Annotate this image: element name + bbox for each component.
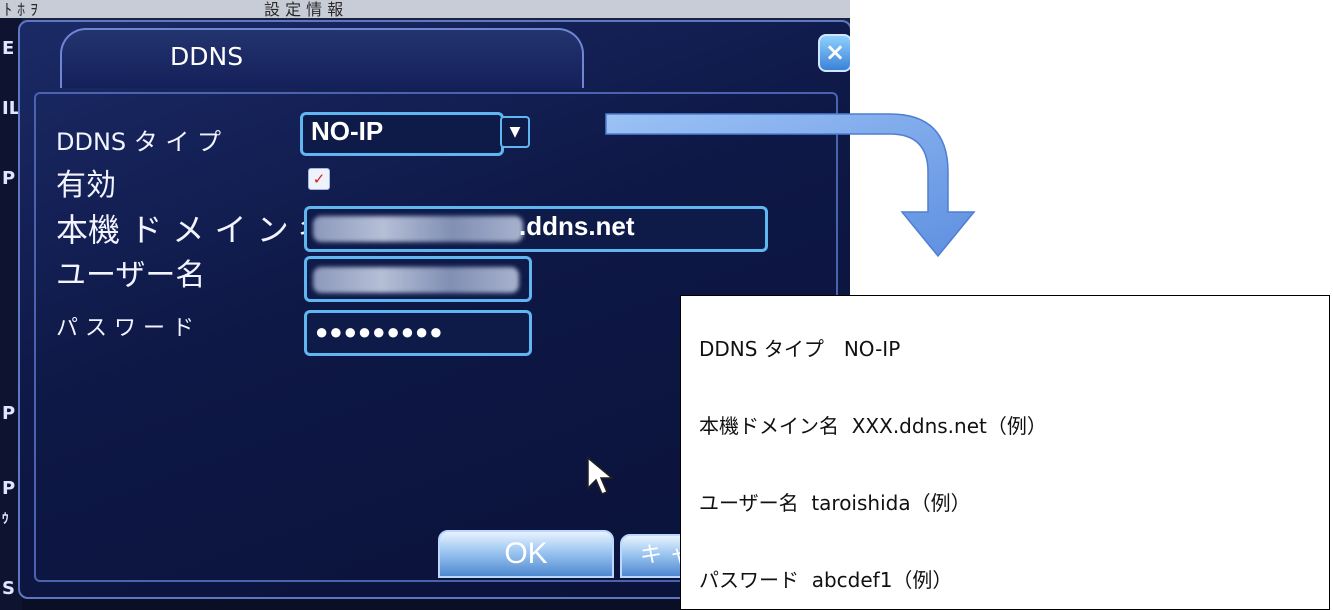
dialog-title: DDNS [170,42,244,71]
left-letter: E [2,38,15,59]
info-line-ddns-type: DDNS タイプ NO-IP [699,337,901,361]
password-label: パ ス ワ ー ド [56,316,194,341]
blurred-text [313,216,523,242]
ok-button[interactable]: OK [438,530,614,578]
password-input[interactable]: ●●●●●●●●● [304,310,532,356]
top-fragment-2: 設 定 情 報 [264,0,344,19]
ddns-type-value: NO-IP [311,116,384,146]
enabled-checkbox[interactable]: ✓ [308,168,330,190]
left-letter: P [2,478,16,499]
user-input[interactable] [304,256,532,302]
check-icon: ✓ [312,170,326,188]
info-line-password: パスワード abcdef1（例） [699,568,953,592]
left-letter: P [2,168,16,189]
left-letter: P [2,403,16,424]
chevron-down-icon[interactable]: ▼ [500,116,530,148]
password-value: ●●●●●●●●● [315,319,444,344]
top-fragment-1: ﾄ ﾎ ｦ [4,0,39,19]
dialog-title-tab: DDNS [60,28,584,88]
domain-label: 本機 ド メ イ ン 名 [56,211,331,249]
ddns-type-label: DDNS タ イ プ [56,128,222,156]
blurred-text [313,267,519,293]
info-box: DDNS タイプ NO-IP 本機ドメイン名 XXX.ddns.net（例） ユ… [680,295,1330,610]
top-strip: ﾄ ﾎ ｦ 設 定 情 報 [0,0,850,19]
close-button[interactable]: × [818,34,850,72]
enabled-label: 有効 [56,168,116,203]
user-label: ユーザー名 [56,258,206,293]
left-letter: S [2,578,15,599]
left-letter: ｳ [2,512,9,527]
info-line-domain: 本機ドメイン名 XXX.ddns.net（例） [699,414,1047,438]
mouse-cursor-icon [587,456,615,495]
curved-arrow-icon [605,113,976,258]
ddns-type-select[interactable]: NO-IP [300,112,504,156]
info-line-user: ユーザー名 taroishida（例） [699,491,971,515]
